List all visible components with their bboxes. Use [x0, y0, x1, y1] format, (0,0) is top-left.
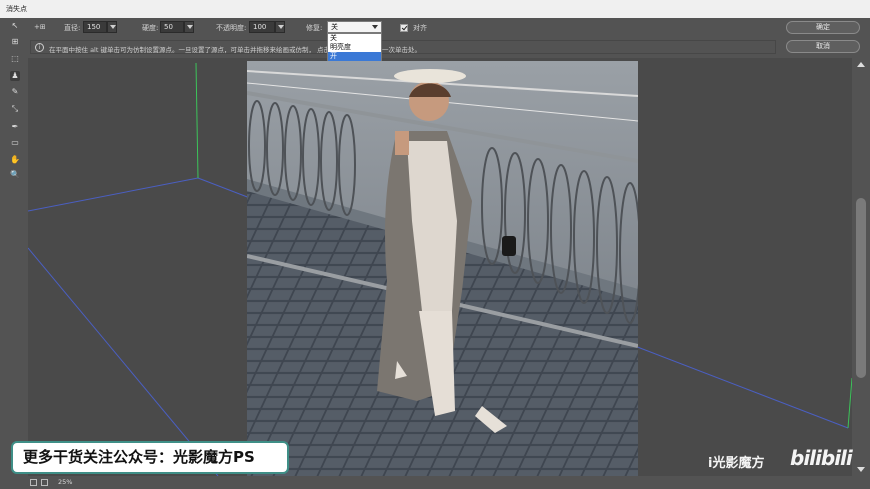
measure-icon[interactable]: ▭: [10, 138, 20, 148]
diameter-label: 直径:: [64, 24, 81, 32]
repair-option-off[interactable]: 关: [328, 34, 381, 43]
repair-dropdown-menu[interactable]: 关 明亮度 开: [327, 33, 382, 61]
repair-option-on[interactable]: 开: [328, 52, 381, 61]
mode-icon[interactable]: +⊞: [34, 23, 46, 31]
vanishing-point-dialog: +⊞ 直径: 150 硬度: 50 不透明度: 100 修复: 关 对齐 确定 …: [0, 18, 870, 489]
title-bar: 消失点: [0, 0, 870, 18]
repair-label: 修复:: [306, 24, 323, 32]
caption-banner: 更多干货关注公众号：光影魔方PS: [11, 441, 289, 474]
align-label: 对齐: [413, 24, 427, 32]
align-checkbox[interactable]: [400, 24, 408, 32]
zoom-in-icon[interactable]: [41, 479, 48, 486]
stamp-icon[interactable]: ♟: [10, 71, 20, 81]
ok-button[interactable]: 确定: [786, 21, 860, 34]
repair-select[interactable]: 关: [327, 21, 382, 33]
scroll-thumb[interactable]: [856, 198, 866, 378]
options-bar: +⊞ 直径: 150 硬度: 50 不透明度: 100 修复: 关 对齐: [0, 18, 870, 38]
edit-plane-icon[interactable]: ↖: [10, 21, 20, 31]
status-bar: 25%: [0, 476, 870, 489]
vertical-scrollbar[interactable]: [852, 58, 870, 476]
zoom-level[interactable]: 25%: [58, 478, 72, 486]
zoom-icon[interactable]: 🔍: [10, 170, 20, 180]
eyedropper-icon[interactable]: ✒: [10, 122, 20, 132]
bilibili-logo: bilibili: [790, 446, 853, 470]
diameter-input[interactable]: 150: [83, 21, 107, 33]
opacity-label: 不透明度:: [216, 24, 247, 32]
hardness-input[interactable]: 50: [160, 21, 184, 33]
transform-icon[interactable]: ⤡: [10, 104, 20, 114]
zoom-out-icon[interactable]: [30, 479, 37, 486]
opacity-dropdown[interactable]: [275, 21, 285, 33]
diameter-dropdown[interactable]: [107, 21, 117, 33]
brand-text: i光影魔方: [708, 456, 765, 471]
window-title: 消失点: [6, 5, 27, 13]
create-plane-icon[interactable]: ⊞: [10, 37, 20, 47]
tool-panel: ↖ ⊞ ⬚ ♟ ✎ ⤡ ✒ ▭ ✋ 🔍: [6, 18, 24, 198]
brush-icon[interactable]: ✎: [10, 87, 20, 97]
scroll-up-icon[interactable]: [857, 62, 865, 67]
repair-option-luminance[interactable]: 明亮度: [328, 43, 381, 52]
scroll-down-icon[interactable]: [857, 467, 865, 472]
canvas-area[interactable]: [28, 58, 852, 476]
cancel-button[interactable]: 取消: [786, 40, 860, 53]
hardness-label: 硬度:: [142, 24, 159, 32]
photo-drawing: [247, 61, 638, 476]
marquee-icon[interactable]: ⬚: [10, 54, 20, 64]
info-bar: i 在平面中按住 alt 键单击可为仿制设置源点。一旦设置了源点，可单击并拖移来…: [30, 40, 776, 54]
hardness-dropdown[interactable]: [184, 21, 194, 33]
info-icon: i: [35, 43, 44, 52]
hand-icon[interactable]: ✋: [10, 155, 20, 165]
street-photo: [247, 61, 638, 476]
opacity-input[interactable]: 100: [249, 21, 275, 33]
